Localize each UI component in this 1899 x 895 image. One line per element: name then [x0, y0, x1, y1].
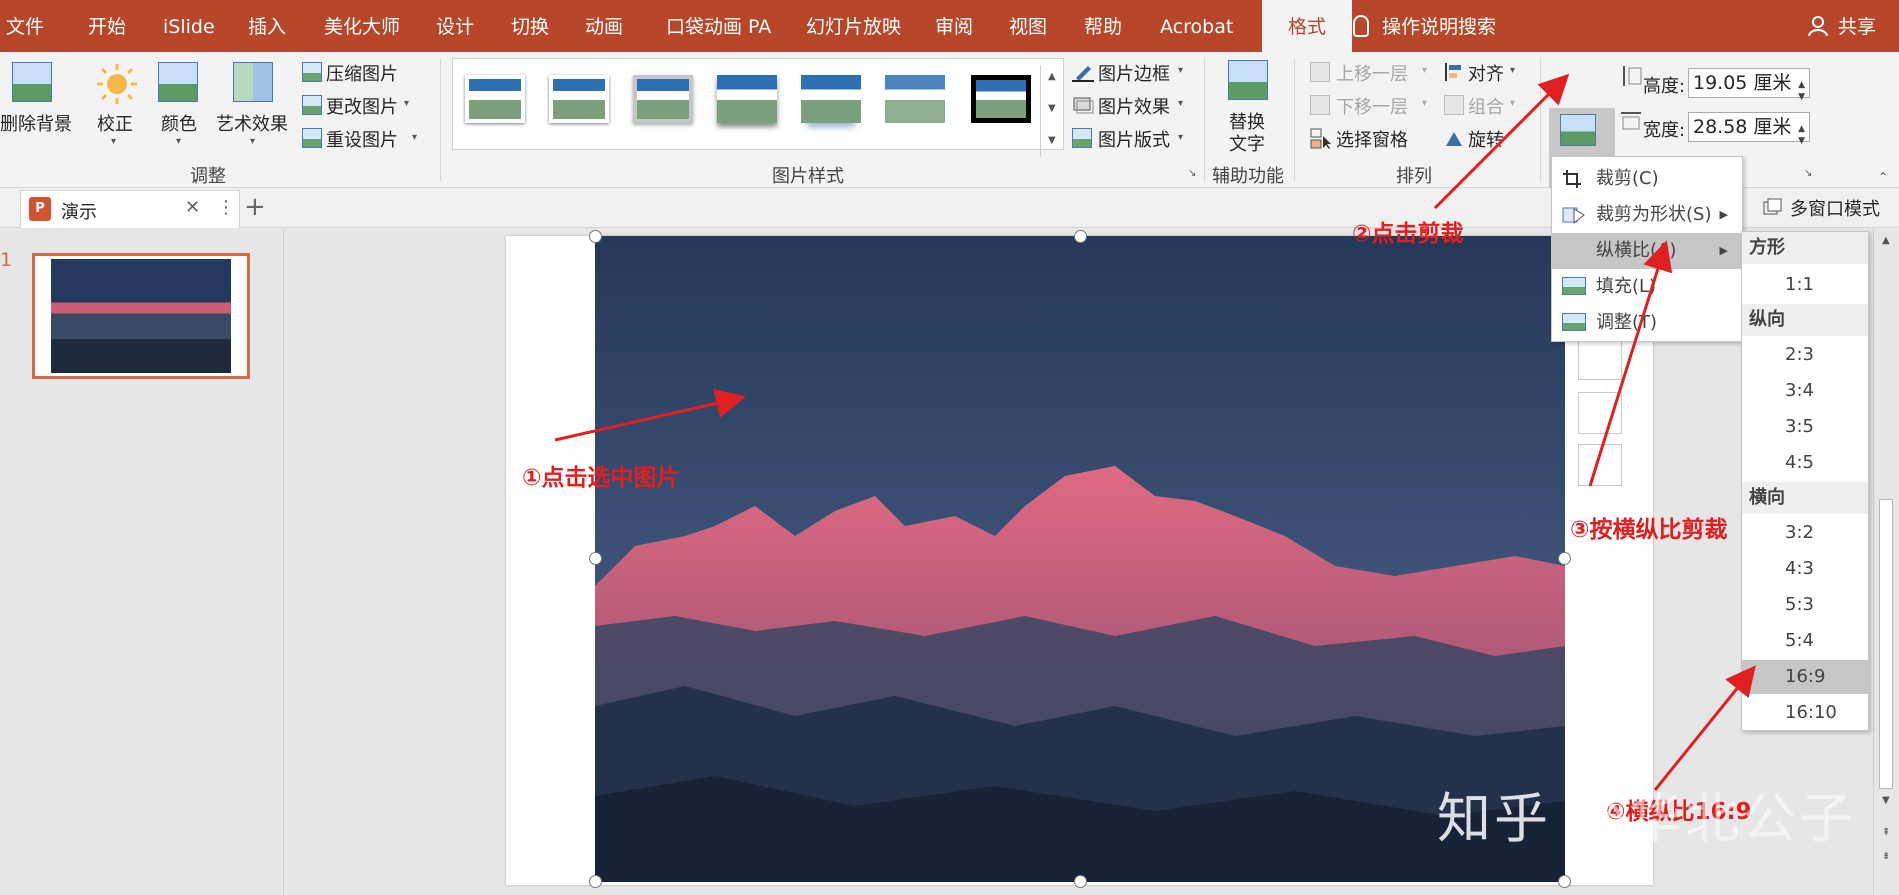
- arrow-step4: [1653, 665, 1756, 791]
- annotation-step2: ②点击剪裁: [1352, 221, 1464, 247]
- arrow-step2: [1433, 73, 1570, 210]
- watermark-site: 知乎: [1437, 787, 1551, 850]
- powerpoint-window: 文件 开始 iSlide 插入 美化大师 设计 切换 动画 口袋动画 PA 幻灯…: [0, 0, 1899, 895]
- watermark-author: @华北公子: [1571, 787, 1857, 850]
- arrow-step1: [554, 388, 746, 442]
- arrow-step3: [1588, 240, 1673, 487]
- annotation-step3: ③按横纵比剪裁: [1570, 517, 1728, 543]
- zhihu-watermark: 知乎 @华北公子: [1437, 774, 1856, 853]
- annotation-arrows: [554, 73, 1756, 791]
- annotation-step1: ①点击选中图片: [522, 465, 680, 491]
